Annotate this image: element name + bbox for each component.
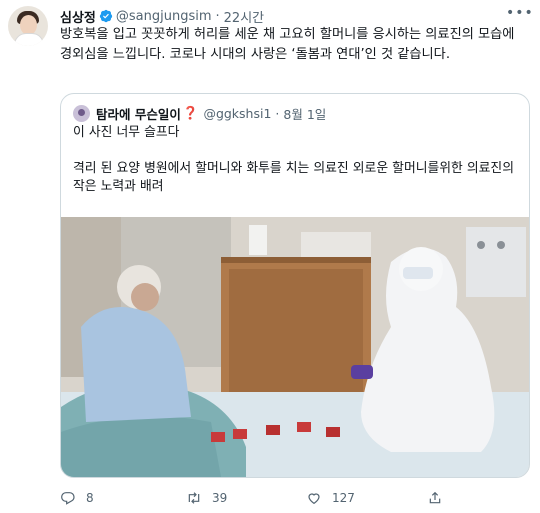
quoted-tweet[interactable]: 탐라에 무슨일이 ❓ @ggkshsi1 · 8월 1일 이 사진 너무 슬프다…	[60, 93, 530, 478]
separator-dot: ·	[275, 105, 280, 121]
quoted-tweet-text: 이 사진 너무 슬프다 격리 된 요양 병원에서 할머니와 화투를 치는 의료진…	[73, 124, 519, 196]
tweet-header: 심상정 @sangjungsim · 22시간	[60, 7, 264, 26]
photo-equipment	[466, 227, 526, 297]
tweet[interactable]: 심상정 @sangjungsim · 22시간 ••• 방호복을 입고 꼿꼿하게…	[0, 0, 540, 513]
reply-count: 8	[86, 491, 94, 505]
quoted-tweet-date[interactable]: 8월 1일	[283, 104, 326, 123]
reply-icon	[61, 492, 75, 505]
attached-photo[interactable]	[61, 217, 529, 477]
reply-button[interactable]: 8	[60, 488, 94, 508]
question-mark-emoji: ❓	[182, 105, 199, 120]
quoted-text-line-1: 이 사진 너무 슬프다	[73, 125, 180, 140]
retweet-button[interactable]: 39	[186, 488, 227, 508]
verified-badge-icon	[99, 9, 113, 23]
separator-dot: ·	[215, 8, 220, 24]
quoted-tweet-header: 탐라에 무슨일이 ❓ @ggkshsi1 · 8월 1일	[73, 104, 326, 122]
tweet-text: 방호복을 입고 꼿꼿하게 허리를 세운 채 고요히 할머니를 응시하는 의료진의…	[60, 27, 515, 62]
share-button[interactable]	[427, 488, 443, 508]
like-count: 127	[332, 491, 355, 505]
quoted-author-avatar[interactable]	[73, 104, 90, 122]
like-button[interactable]: 127	[306, 488, 355, 508]
like-icon	[308, 493, 320, 505]
retweet-count: 39	[212, 491, 228, 505]
author-avatar[interactable]	[8, 6, 48, 46]
quoted-author-name[interactable]: 탐라에 무슨일이	[96, 104, 181, 123]
tweet-actions: 8 39 127	[60, 488, 530, 508]
author-handle[interactable]: @sangjungsim	[116, 9, 212, 24]
retweet-icon	[188, 492, 200, 504]
author-name[interactable]: 심상정	[60, 7, 96, 26]
quoted-text-line-2: 격리 된 요양 병원에서 할머니와 화투를 치는 의료진 외로운 할머니를위한 …	[73, 161, 514, 194]
photo-shelf	[301, 232, 371, 257]
quoted-author-handle[interactable]: @ggkshsi1	[203, 106, 271, 121]
share-icon	[429, 491, 441, 504]
tweet-time[interactable]: 22시간	[224, 7, 264, 26]
more-icon[interactable]: •••	[506, 6, 533, 22]
